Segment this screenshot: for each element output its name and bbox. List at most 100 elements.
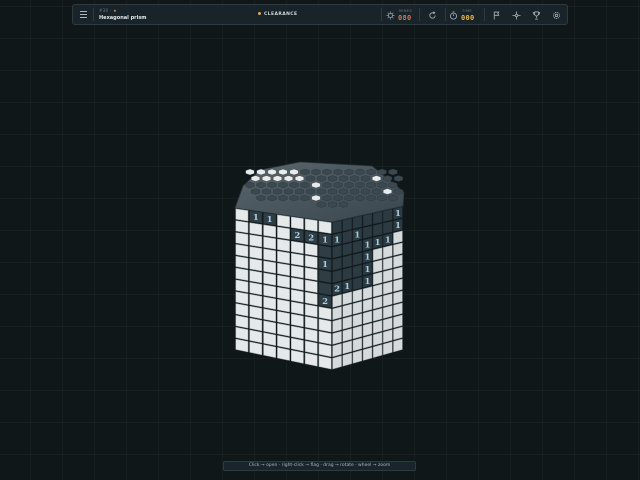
closed-cell[interactable] [263,320,276,334]
closed-cell[interactable] [235,326,249,341]
opened-cell[interactable] [245,181,255,189]
opened-cell[interactable] [388,168,398,176]
closed-cell[interactable] [393,302,403,317]
opened-cell[interactable] [352,264,363,279]
opened-cell[interactable] [316,175,327,182]
closed-cell[interactable] [372,332,383,346]
opened-cell[interactable] [278,194,288,202]
closed-cell[interactable] [372,283,383,298]
closed-cell[interactable] [235,232,249,246]
closed-cell[interactable] [249,281,263,296]
closed-cell[interactable] [249,258,263,272]
closed-cell[interactable] [318,330,332,345]
opened-cell[interactable] [318,281,332,296]
opened-cell[interactable] [342,266,352,281]
opened-cell[interactable] [289,181,299,189]
opened-cell[interactable] [377,168,387,176]
closed-cell[interactable] [372,271,383,286]
opened-cell[interactable] [318,245,332,259]
opened-cell[interactable] [318,269,332,284]
closed-cell[interactable] [393,266,403,281]
closed-cell[interactable] [393,230,403,244]
closed-cell[interactable] [342,328,352,342]
opened-cell[interactable] [261,188,272,195]
closed-cell[interactable] [291,252,304,267]
opened-cell[interactable] [352,276,363,291]
closed-cell[interactable] [318,306,332,321]
closed-cell[interactable] [393,338,403,353]
opened-cell[interactable] [316,201,327,208]
opened-cell[interactable] [355,181,365,189]
closed-cell[interactable] [304,328,318,343]
opened-cell[interactable] [338,201,349,208]
closed-cell[interactable] [332,355,342,370]
opened-cell[interactable] [366,194,376,202]
closed-cell[interactable] [393,290,403,305]
closed-cell[interactable] [263,308,276,322]
closed-cell[interactable] [277,250,290,264]
closed-cell[interactable] [235,255,249,269]
closed-cell[interactable] [383,281,393,295]
closed-cell[interactable] [332,330,342,345]
closed-cell[interactable] [352,325,363,340]
opened-cell[interactable] [305,188,316,195]
closed-cell[interactable] [291,301,304,315]
closed-cell[interactable] [249,222,263,236]
opened-cell[interactable] [332,220,342,234]
opened-cell[interactable] [338,188,349,195]
closed-cell[interactable] [332,306,342,321]
closed-cell[interactable] [277,274,290,289]
closed-cell[interactable] [249,305,263,320]
opened-cell[interactable] [322,194,332,202]
opened-cell[interactable] [300,168,310,176]
opened-cell[interactable] [250,188,261,195]
closed-cell[interactable] [277,298,290,313]
opened-cell[interactable] [362,225,373,239]
game-board[interactable]: 1 12 2 112 11 111 1 1112 11 [0,0,640,480]
opened-cell[interactable] [322,168,332,176]
closed-cell[interactable] [249,234,263,248]
closed-cell[interactable] [267,168,277,176]
opened-cell[interactable] [352,240,363,254]
opened-cell[interactable] [338,175,349,182]
opened-cell[interactable] [332,244,342,259]
opened-cell[interactable] [393,175,404,182]
closed-cell[interactable] [362,334,373,349]
opened-cell[interactable] [344,168,354,176]
opened-cell[interactable] [360,188,371,195]
opened-cell[interactable] [283,188,294,195]
opened-cell[interactable] [344,194,354,202]
opened-cell[interactable] [366,168,376,176]
opened-cell[interactable] [377,181,387,189]
closed-cell[interactable] [393,278,403,293]
opened-cell[interactable] [300,181,310,189]
closed-cell[interactable] [342,340,352,355]
closed-cell[interactable] [245,168,255,176]
closed-cell[interactable] [277,310,290,325]
closed-cell[interactable] [362,298,373,313]
opened-cell[interactable] [342,254,352,269]
closed-cell[interactable] [332,343,342,358]
closed-cell[interactable] [332,318,342,333]
closed-cell[interactable] [235,315,249,329]
opened-cell[interactable] [382,175,393,182]
board-right-face[interactable]: 11 111 1 1112 11 [332,206,403,370]
closed-cell[interactable] [342,291,352,306]
closed-cell[interactable] [249,293,263,308]
closed-cell[interactable] [311,181,321,189]
opened-cell[interactable] [352,252,363,266]
closed-cell[interactable] [249,317,263,332]
closed-cell[interactable] [383,305,393,319]
closed-cell[interactable] [332,293,342,308]
opened-cell[interactable] [362,213,373,227]
closed-cell[interactable] [383,269,393,283]
opened-cell[interactable] [327,175,338,182]
closed-cell[interactable] [291,240,304,255]
closed-cell[interactable] [383,257,393,271]
opened-cell[interactable] [327,188,338,195]
closed-cell[interactable] [294,175,305,182]
closed-cell[interactable] [318,318,332,333]
closed-cell[interactable] [371,175,382,182]
closed-cell[interactable] [235,303,249,317]
closed-cell[interactable] [362,310,373,325]
